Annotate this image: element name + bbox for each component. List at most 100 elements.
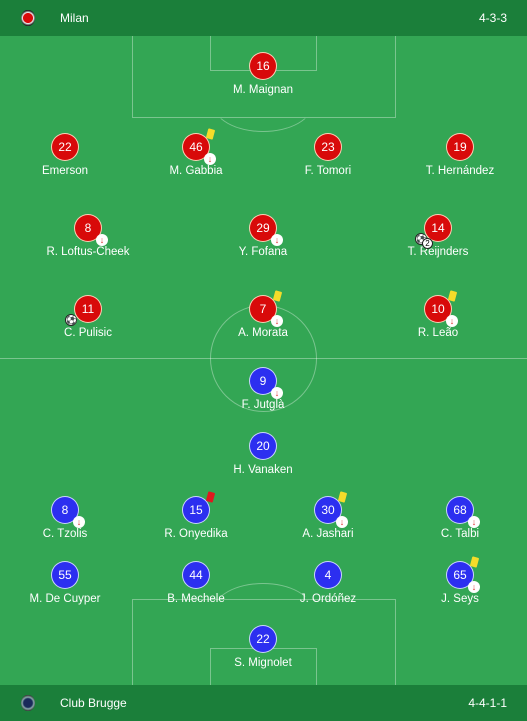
player-name: H. Vanaken (233, 464, 293, 476)
player-name: S. Mignolet (234, 657, 292, 669)
player-name: M. Gabbia (169, 165, 223, 177)
shirt-number: 8 (61, 503, 69, 517)
home-player[interactable]: 22 Emerson (5, 133, 125, 177)
shirt-number: 9 (259, 374, 267, 388)
home-player[interactable]: 29 ↓ Y. Fofana (203, 214, 323, 258)
substituted-off-icon: ↓ (468, 581, 480, 593)
shirt-number: 65 (453, 568, 467, 582)
yellow-card-icon (469, 556, 480, 568)
shirt-number-badge: 29 ↓ (249, 214, 283, 246)
away-player[interactable]: 4 J. Ordóñez (268, 561, 388, 605)
away-player[interactable]: 44 B. Mechele (136, 561, 256, 605)
shirt-number-badge: 55 (51, 561, 79, 589)
shirt-number: 7 (259, 302, 267, 316)
shirt-number-badge: 23 (314, 133, 342, 161)
away-player[interactable]: 55 M. De Cuyper (5, 561, 125, 605)
player-name: Y. Fofana (238, 246, 288, 258)
home-player[interactable]: 23 F. Tomori (268, 133, 388, 177)
shirt-number-badge: 4 (314, 561, 342, 589)
away-player[interactable]: 20 H. Vanaken (203, 432, 323, 476)
away-player[interactable]: 15 R. Onyedika (136, 491, 256, 540)
player-name: R. Leão (417, 327, 459, 339)
shirt-number: 20 (256, 439, 270, 453)
away-player[interactable]: 65 ↓ J. Seys (400, 556, 520, 605)
shirt-number: 23 (321, 140, 335, 154)
player-name: C. Tzolis (42, 528, 88, 540)
shirt-number-badge: 10 ↓ (424, 290, 458, 327)
away-player[interactable]: 22 S. Mignolet (203, 625, 323, 669)
shirt-number-badge: 8 ↓ (74, 214, 108, 246)
away-player[interactable]: 30 ↓ A. Jashari (268, 491, 388, 540)
player-name: J. Ordóñez (299, 593, 357, 605)
away-player[interactable]: 68 ↓ C. Talbi (400, 496, 520, 540)
shirt-number-badge: 22 (249, 625, 277, 653)
shirt-number-badge: 22 (51, 133, 79, 161)
player-name: Emerson (41, 165, 89, 177)
home-player[interactable]: 16 M. Maignan (203, 52, 323, 96)
player-name: M. Maignan (232, 84, 294, 96)
shirt-number-badge: 65 ↓ (446, 556, 480, 593)
goal-icon: ⚽ 2 (415, 233, 433, 249)
player-name: T. Hernández (425, 165, 495, 177)
home-team-name: Milan (60, 11, 89, 25)
shirt-number: 16 (256, 59, 270, 73)
shirt-number: 15 (189, 503, 203, 517)
yellow-card-icon (337, 491, 348, 503)
substituted-off-icon: ↓ (271, 387, 283, 399)
player-name: R. Onyedika (164, 528, 228, 540)
shirt-number-badge: 11 ⚽ (65, 295, 102, 326)
shirt-number: 44 (189, 568, 203, 582)
shirt-number-badge: 14 ⚽ 2 (415, 214, 452, 249)
player-name: A. Morata (238, 327, 288, 339)
home-player[interactable]: 7 ↓ A. Morata (203, 290, 323, 339)
goal-count: 2 (422, 238, 433, 249)
shirt-number-badge: 19 (446, 133, 474, 161)
home-player[interactable]: 11 ⚽ C. Pulisic (28, 295, 148, 339)
shirt-number: 22 (256, 632, 270, 646)
substituted-off-icon: ↓ (446, 315, 458, 327)
away-team-name: Club Brugge (60, 696, 127, 710)
substituted-off-icon: ↓ (204, 153, 216, 165)
shirt-number: 46 (189, 140, 203, 154)
shirt-number-badge: 16 (249, 52, 277, 80)
substituted-off-icon: ↓ (96, 234, 108, 246)
shirt-number-badge: 9 ↓ (249, 367, 283, 399)
away-player[interactable]: 9 ↓ F. Jutglà (203, 367, 323, 411)
player-name: M. De Cuyper (29, 593, 101, 605)
substituted-off-icon: ↓ (271, 234, 283, 246)
home-player[interactable]: 46 ↓ M. Gabbia (136, 128, 256, 177)
home-player[interactable]: 19 T. Hernández (400, 133, 520, 177)
player-name: R. Loftus-Cheek (46, 246, 130, 258)
home-team-header: Milan 4-3-3 (0, 0, 527, 36)
ac-milan-crest-icon (21, 10, 35, 26)
player-name: F. Jutglà (241, 399, 285, 411)
shirt-number: 14 (431, 221, 445, 235)
home-formation: 4-3-3 (478, 11, 507, 25)
player-name: T. Reijnders (407, 246, 469, 258)
player-name: B. Mechele (167, 593, 225, 605)
shirt-number-badge: 44 (182, 561, 210, 589)
shirt-number-badge: 7 ↓ (249, 290, 283, 327)
player-name: A. Jashari (302, 528, 354, 540)
player-name: J. Seys (441, 593, 479, 605)
red-card-icon (205, 491, 216, 503)
home-player[interactable]: 10 ↓ R. Leão (378, 290, 498, 339)
player-name: F. Tomori (304, 165, 352, 177)
away-player[interactable]: 8 ↓ C. Tzolis (5, 496, 125, 540)
shirt-number: 8 (84, 221, 92, 235)
shirt-number: 22 (58, 140, 72, 154)
shirt-number-badge: 46 ↓ (182, 128, 216, 165)
substituted-off-icon: ↓ (271, 315, 283, 327)
away-formation: 4-4-1-1 (468, 696, 507, 710)
pitch: 16 M. Maignan 22 Emerson 46 ↓ M. Gabbia 23 F. To… (0, 36, 527, 685)
shirt-number: 29 (256, 221, 270, 235)
away-team-header: Club Brugge 4-4-1-1 (0, 685, 527, 721)
shirt-number: 4 (324, 568, 332, 582)
shirt-number-badge: 68 ↓ (446, 496, 480, 528)
home-player[interactable]: 8 ↓ R. Loftus-Cheek (28, 214, 148, 258)
yellow-card-icon (447, 290, 458, 302)
shirt-number: 19 (453, 140, 467, 154)
shirt-number: 11 (81, 302, 95, 316)
home-player[interactable]: 14 ⚽ 2 T. Reijnders (378, 214, 498, 258)
goal-icon: ⚽ (65, 314, 78, 326)
